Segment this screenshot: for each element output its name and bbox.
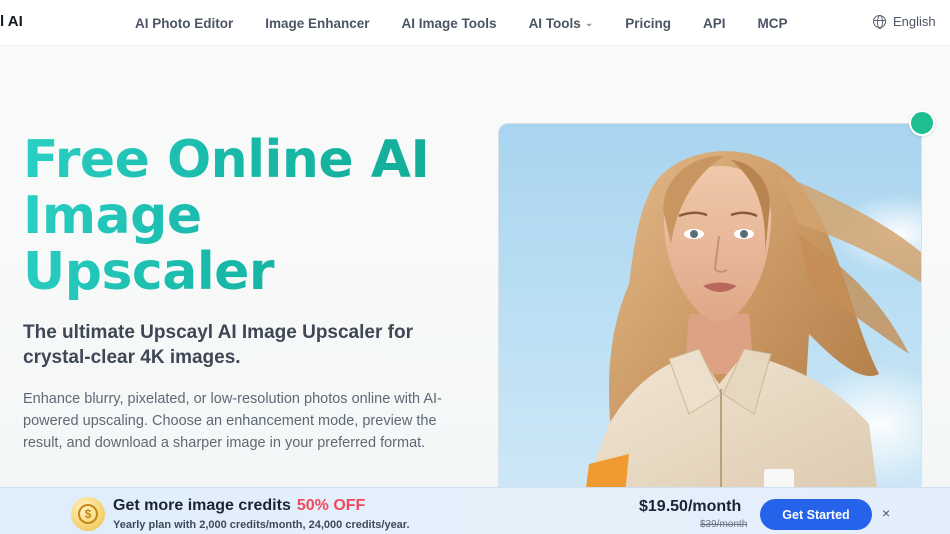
coin-icon: $ (71, 497, 105, 531)
hero-title-line-1: Free Online AI (23, 130, 430, 190)
status-dot (909, 110, 935, 136)
nav-item-ai-tools-label: AI Tools (528, 15, 581, 31)
language-selector[interactable]: English (873, 14, 936, 29)
nav-item-ai-image-tools[interactable]: AI Image Tools (402, 16, 497, 31)
hero-title-line-2: Image (23, 186, 202, 246)
top-navbar: l AI AI Photo Editor Image Enhancer AI I… (0, 0, 950, 46)
hero-title-line-3: Upscaler (23, 242, 275, 302)
nav-item-image-enhancer[interactable]: Image Enhancer (265, 16, 369, 31)
promo-discount: 50% OFF (296, 497, 366, 514)
nav-item-ai-photo-editor[interactable]: AI Photo Editor (135, 16, 233, 31)
hero-portrait-image (498, 123, 922, 503)
nav-item-ai-tools[interactable]: AI Tools ⌄ (529, 16, 594, 31)
promo-title: Get more image credits 50% OFF (113, 497, 365, 515)
language-label: English (893, 14, 936, 29)
coin-symbol: $ (78, 504, 98, 524)
nav-item-pricing[interactable]: Pricing (625, 16, 671, 31)
hero-description: Enhance blurry, pixelated, or low-resolu… (23, 391, 442, 451)
close-icon[interactable]: × (882, 505, 890, 521)
portrait-illustration (579, 151, 921, 502)
promo-banner: $ Get more image credits 50% OFF Yearly p… (0, 487, 950, 534)
brand-logo[interactable]: l AI (0, 13, 23, 30)
globe-icon (873, 15, 886, 29)
get-started-button[interactable]: Get Started (760, 499, 872, 530)
hero-title: Free Online AI Image Upscaler (23, 132, 493, 300)
chevron-down-icon: ⌄ (584, 17, 594, 29)
nav-links: AI Photo Editor Image Enhancer AI Image … (135, 0, 819, 46)
promo-title-text: Get more image credits (113, 497, 291, 514)
nav-item-mcp[interactable]: MCP (757, 16, 787, 31)
promo-old-price: $39/month (700, 519, 748, 530)
nav-item-api[interactable]: API (703, 16, 726, 31)
hero-subtitle: The ultimate Upscayl AI Image Upscaler f… (23, 322, 413, 368)
promo-detail: Yearly plan with 2,000 credits/month, 24… (113, 519, 410, 531)
promo-price: $19.50/month (639, 498, 742, 515)
